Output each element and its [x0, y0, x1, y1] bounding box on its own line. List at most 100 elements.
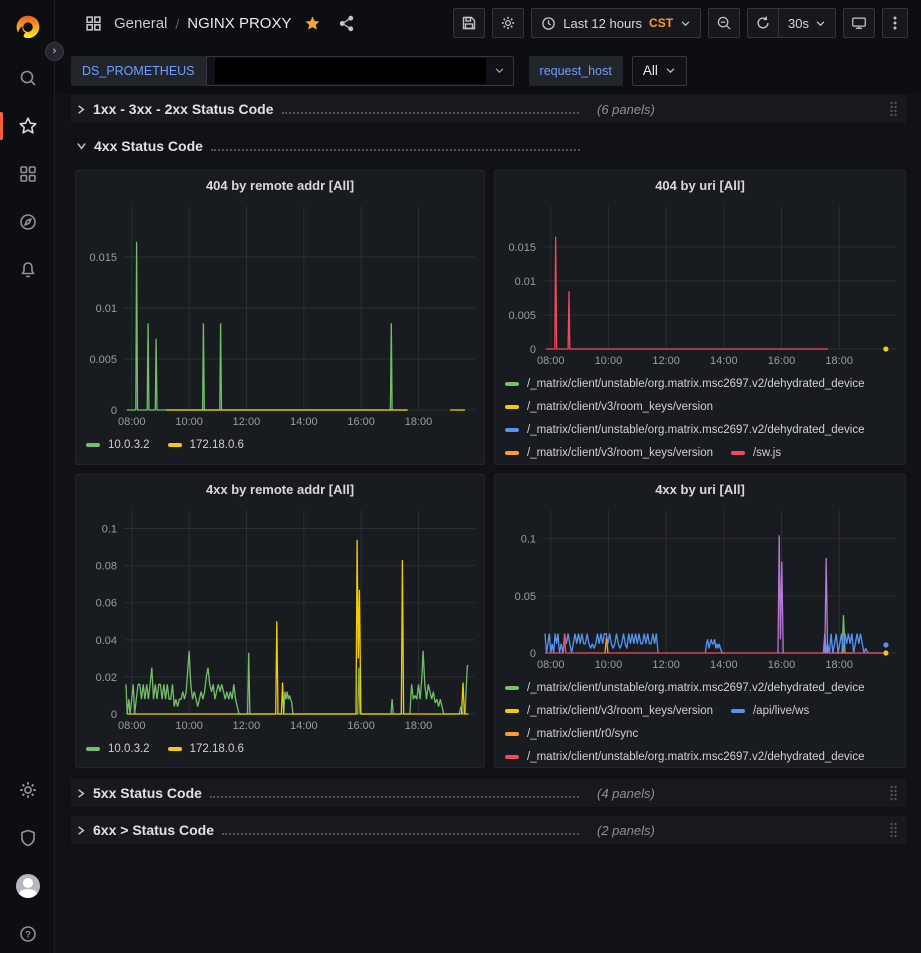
- row-5xx[interactable]: 5xx Status Code (4 panels): [71, 779, 906, 807]
- svg-text:14:00: 14:00: [710, 355, 738, 367]
- dashboard-canvas: 1xx - 3xx - 2xx Status Code (6 panels) 4…: [55, 94, 921, 953]
- refresh-button[interactable]: [747, 8, 779, 38]
- help-icon[interactable]: ?: [0, 914, 55, 953]
- row-1xx-3xx-2xx[interactable]: 1xx - 3xx - 2xx Status Code (6 panels): [71, 95, 906, 123]
- row-panel-count: (4 panels): [597, 786, 655, 801]
- legend-series-label: 172.18.0.6: [190, 743, 244, 755]
- chart-svg: 00.0050.010.01508:0010:0012:0014:0016:00…: [499, 203, 901, 368]
- svg-text:0.02: 0.02: [96, 672, 117, 684]
- legend-item[interactable]: /_matrix/client/unstable/org.matrix.msc2…: [505, 745, 865, 767]
- legend-item[interactable]: 172.18.0.6: [168, 433, 244, 456]
- request-host-variable-select[interactable]: All: [632, 56, 687, 86]
- legend-item[interactable]: 172.18.0.6: [168, 737, 244, 760]
- chevron-right-icon: [75, 103, 87, 116]
- panel-404-by-remote-addr: 404 by remote addr [All] 00.0050.010.015…: [75, 170, 485, 465]
- time-range-picker[interactable]: Last 12 hours CST: [531, 8, 701, 38]
- legend-series-label: /_matrix/client/unstable/org.matrix.msc2…: [527, 424, 865, 436]
- svg-text:18:00: 18:00: [825, 355, 853, 367]
- legend-item[interactable]: 10.0.3.2: [86, 433, 150, 456]
- explore-compass-icon[interactable]: [0, 202, 55, 242]
- dashboard-toolbar: Last 12 hours CST 30s: [453, 8, 908, 38]
- svg-text:0: 0: [111, 709, 117, 721]
- panel-title[interactable]: 4xx by uri [All]: [495, 475, 905, 503]
- legend-item[interactable]: /_matrix/client/unstable/org.matrix.msc2…: [505, 418, 865, 441]
- datasource-variable-select[interactable]: [206, 56, 514, 86]
- svg-text:0.05: 0.05: [515, 591, 536, 603]
- configuration-gear-icon[interactable]: [0, 770, 55, 810]
- svg-text:0.015: 0.015: [508, 242, 536, 254]
- datasource-variable-label: DS_PROMETHEUS: [71, 56, 206, 86]
- legend-series-color: [505, 709, 519, 713]
- legend-item[interactable]: /_matrix/client/v3/room_keys/version: [505, 441, 713, 464]
- kebab-menu-button[interactable]: [882, 8, 908, 38]
- panel-legend: 10.0.3.2 172.18.0.6: [86, 433, 482, 464]
- save-dashboard-button[interactable]: [453, 8, 485, 38]
- dashboards-icon[interactable]: [0, 154, 55, 194]
- tv-cycle-view-button[interactable]: [843, 8, 875, 38]
- legend-item[interactable]: /_matrix/client/unstable/org.matrix.msc2…: [505, 372, 865, 395]
- row-drag-handle[interactable]: [889, 822, 898, 843]
- dashboard-settings-button[interactable]: [492, 8, 524, 38]
- legend-item[interactable]: /_matrix/client/v3/room_keys/version: [505, 395, 713, 418]
- row-dots-filler: [211, 140, 580, 151]
- svg-text:12:00: 12:00: [233, 720, 261, 732]
- chevron-down-icon: [680, 18, 691, 29]
- row-title: 5xx Status Code: [93, 785, 202, 801]
- legend-item[interactable]: /_matrix/client/r0/sync: [505, 722, 638, 745]
- legend-series-label: 172.18.0.6: [190, 439, 244, 451]
- svg-text:08:00: 08:00: [118, 416, 146, 428]
- svg-text:10:00: 10:00: [175, 416, 203, 428]
- grafana-logo[interactable]: [13, 13, 43, 43]
- legend-item[interactable]: /api/live/ws: [731, 699, 809, 722]
- user-avatar[interactable]: [0, 866, 55, 906]
- legend-series-color: [505, 732, 519, 736]
- time-series-plot[interactable]: 00.0050.010.01508:0010:0012:0014:0016:00…: [80, 203, 480, 434]
- time-series-plot[interactable]: 00.050.108:0010:0012:0014:0016:0018:00: [499, 507, 901, 677]
- dashboard-title[interactable]: NGINX PROXY: [187, 15, 291, 32]
- share-icon[interactable]: [333, 11, 359, 37]
- row-drag-handle[interactable]: [889, 101, 898, 122]
- timezone-label: CST: [649, 16, 673, 30]
- svg-text:0.015: 0.015: [89, 252, 117, 264]
- svg-text:10:00: 10:00: [595, 659, 623, 671]
- admin-shield-icon[interactable]: [0, 818, 55, 858]
- svg-text:0.04: 0.04: [96, 635, 117, 647]
- panel-title[interactable]: 4xx by remote addr [All]: [76, 475, 484, 503]
- chart-svg: 00.020.040.060.080.108:0010:0012:0014:00…: [80, 507, 480, 733]
- refresh-interval-select[interactable]: 30s: [779, 8, 836, 38]
- time-range-label: Last 12 hours: [563, 16, 642, 31]
- grafana-app: › ?: [0, 0, 921, 953]
- legend-item[interactable]: /_matrix/client/v3/room_keys/version: [505, 699, 713, 722]
- starred-icon[interactable]: [0, 106, 55, 146]
- row-dots-filler: [210, 787, 579, 798]
- apps-grid-icon[interactable]: [80, 11, 106, 37]
- legend-series-label: /_matrix/client/r0/sync: [527, 728, 638, 740]
- alerting-bell-icon[interactable]: [0, 250, 55, 290]
- legend-item[interactable]: /sw.js: [731, 441, 781, 464]
- active-section-indicator: [0, 112, 3, 140]
- panel-title[interactable]: 404 by remote addr [All]: [76, 171, 484, 199]
- sidebar-expand-button[interactable]: ›: [45, 42, 64, 61]
- legend-series-color: [505, 428, 519, 432]
- panel-legend: 10.0.3.2 172.18.0.6: [86, 737, 482, 767]
- legend-series-label: /_matrix/client/unstable/org.matrix.msc2…: [527, 378, 865, 390]
- panel-title[interactable]: 404 by uri [All]: [495, 171, 905, 199]
- svg-text:12:00: 12:00: [652, 355, 680, 367]
- row-drag-handle[interactable]: [889, 785, 898, 806]
- request-host-variable-value: All: [643, 63, 658, 78]
- legend-item[interactable]: 10.0.3.2: [86, 737, 150, 760]
- time-series-plot[interactable]: 00.020.040.060.080.108:0010:0012:0014:00…: [80, 507, 480, 738]
- row-4xx[interactable]: 4xx Status Code: [71, 132, 906, 160]
- favorite-star-icon[interactable]: [299, 11, 325, 37]
- row-6xx[interactable]: 6xx > Status Code (2 panels): [71, 816, 906, 844]
- panel-4xx-by-remote-addr: 4xx by remote addr [All] 00.020.040.060.…: [75, 474, 485, 768]
- legend-series-color: [731, 451, 745, 455]
- legend-series-color: [86, 443, 100, 447]
- svg-text:18:00: 18:00: [405, 720, 433, 732]
- legend-item[interactable]: /_matrix/client/unstable/org.matrix.msc2…: [505, 676, 865, 699]
- zoom-out-time-button[interactable]: [708, 8, 740, 38]
- time-series-plot[interactable]: 00.0050.010.01508:0010:0012:0014:0016:00…: [499, 203, 901, 373]
- search-icon[interactable]: [0, 58, 55, 98]
- legend-series-label: /api/live/ws: [753, 705, 809, 717]
- breadcrumb-section[interactable]: General: [114, 15, 167, 32]
